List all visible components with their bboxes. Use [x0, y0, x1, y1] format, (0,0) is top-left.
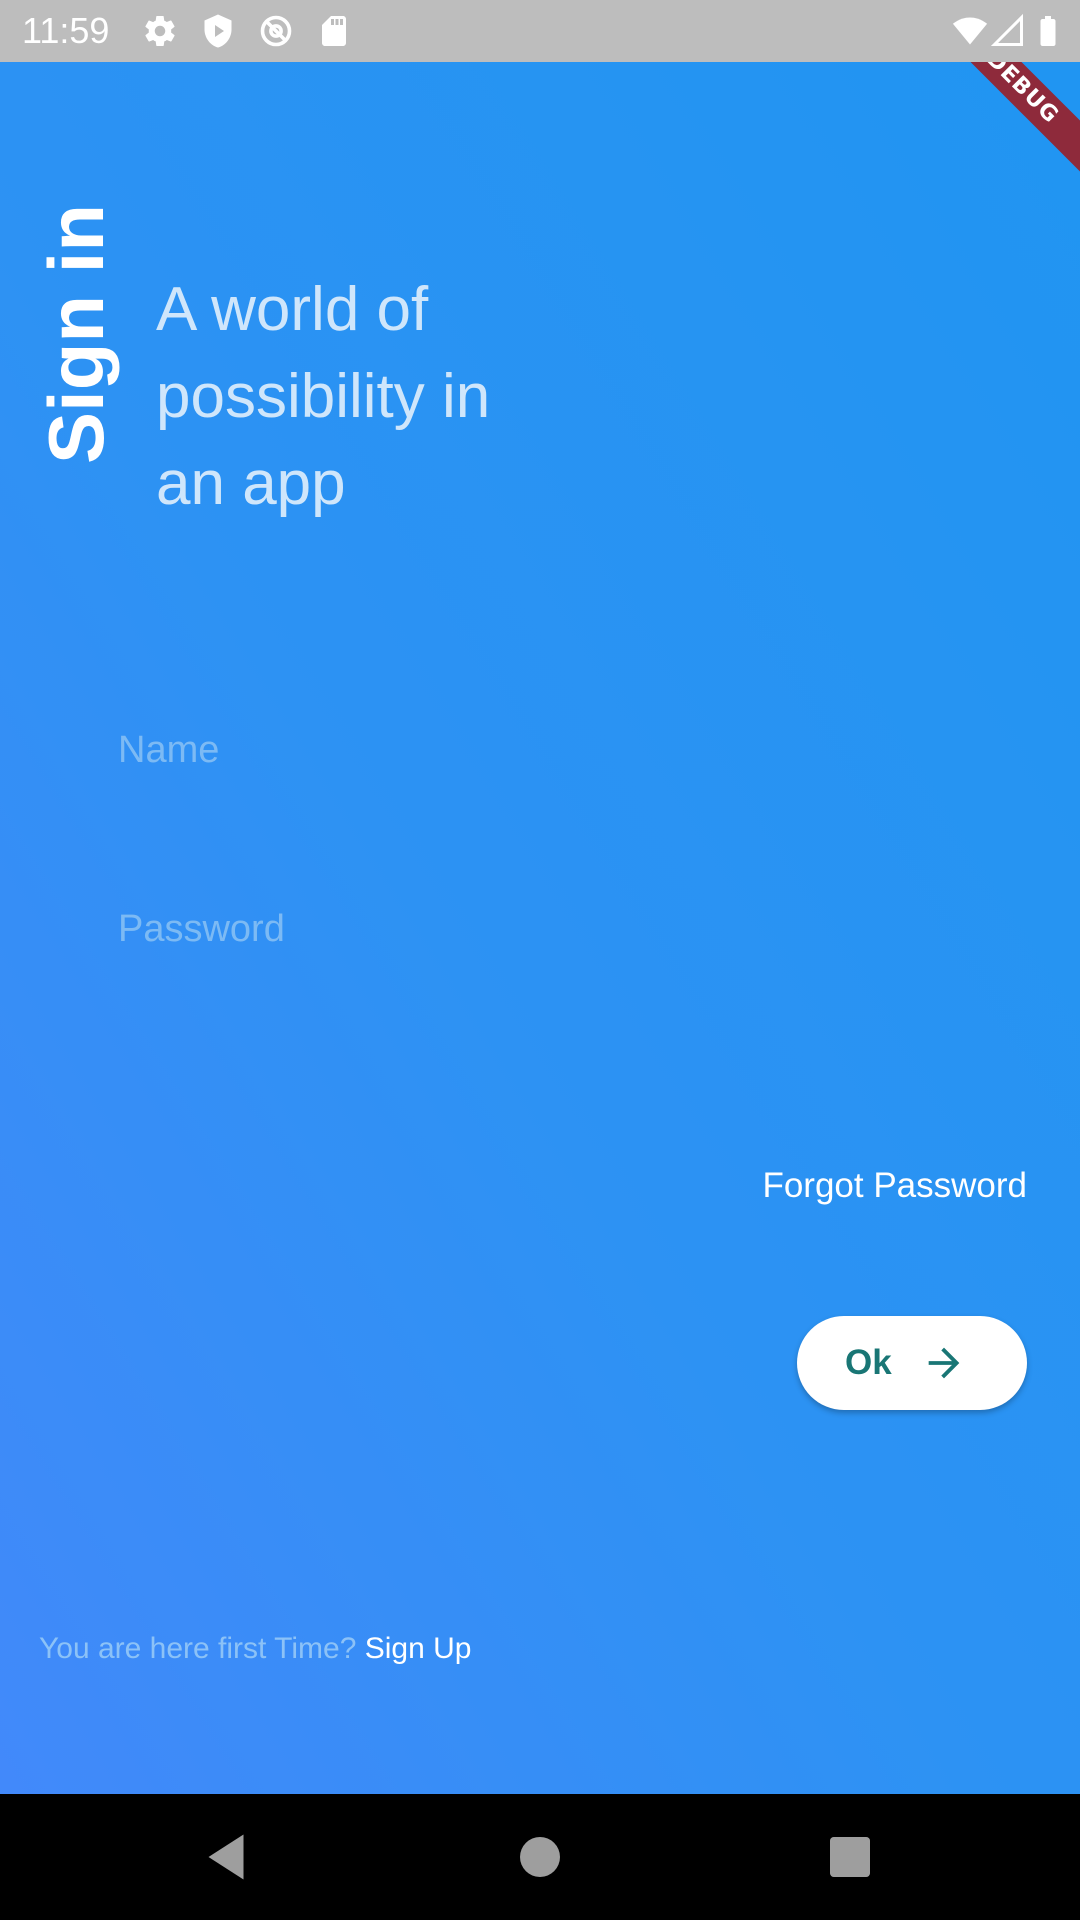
forgot-password-link[interactable]: Forgot Password — [762, 1161, 1027, 1211]
signup-prompt: You are here first Time? — [39, 1632, 357, 1665]
status-time: 11:59 — [22, 10, 110, 51]
tagline: A world of possibility in an app — [156, 275, 491, 518]
page-title: Sign in — [32, 204, 120, 464]
navigation-bar — [0, 1794, 1080, 1920]
name-field[interactable] — [118, 710, 998, 790]
sign-in-page: DEBUG Sign in A world of possibility in … — [0, 62, 1080, 1794]
home-circle-icon[interactable] — [510, 1827, 570, 1887]
recents-square-icon[interactable] — [820, 1827, 880, 1887]
back-triangle-icon[interactable] — [196, 1827, 256, 1887]
status-bar: 11:59 — [0, 0, 1080, 62]
cell-signal-icon — [990, 13, 1023, 46]
at-sign-icon — [260, 15, 292, 47]
debug-banner: DEBUG — [924, 62, 1080, 186]
ok-button[interactable]: Ok — [797, 1316, 1027, 1410]
shield-play-icon — [204, 14, 232, 48]
signup-line: You are here first Time? Sign Up — [39, 1627, 471, 1671]
gear-icon — [145, 16, 175, 47]
arrow-right-icon — [928, 1347, 960, 1379]
sd-card-icon — [322, 16, 346, 46]
ok-button-label: Ok — [845, 1343, 892, 1382]
wifi-icon — [952, 17, 988, 45]
password-field[interactable] — [118, 889, 998, 969]
battery-icon — [1040, 16, 1056, 46]
screen: 11:59 DEBUG Sign in A world of possibili… — [0, 0, 1080, 1920]
sign-up-link[interactable]: Sign Up — [365, 1632, 472, 1665]
